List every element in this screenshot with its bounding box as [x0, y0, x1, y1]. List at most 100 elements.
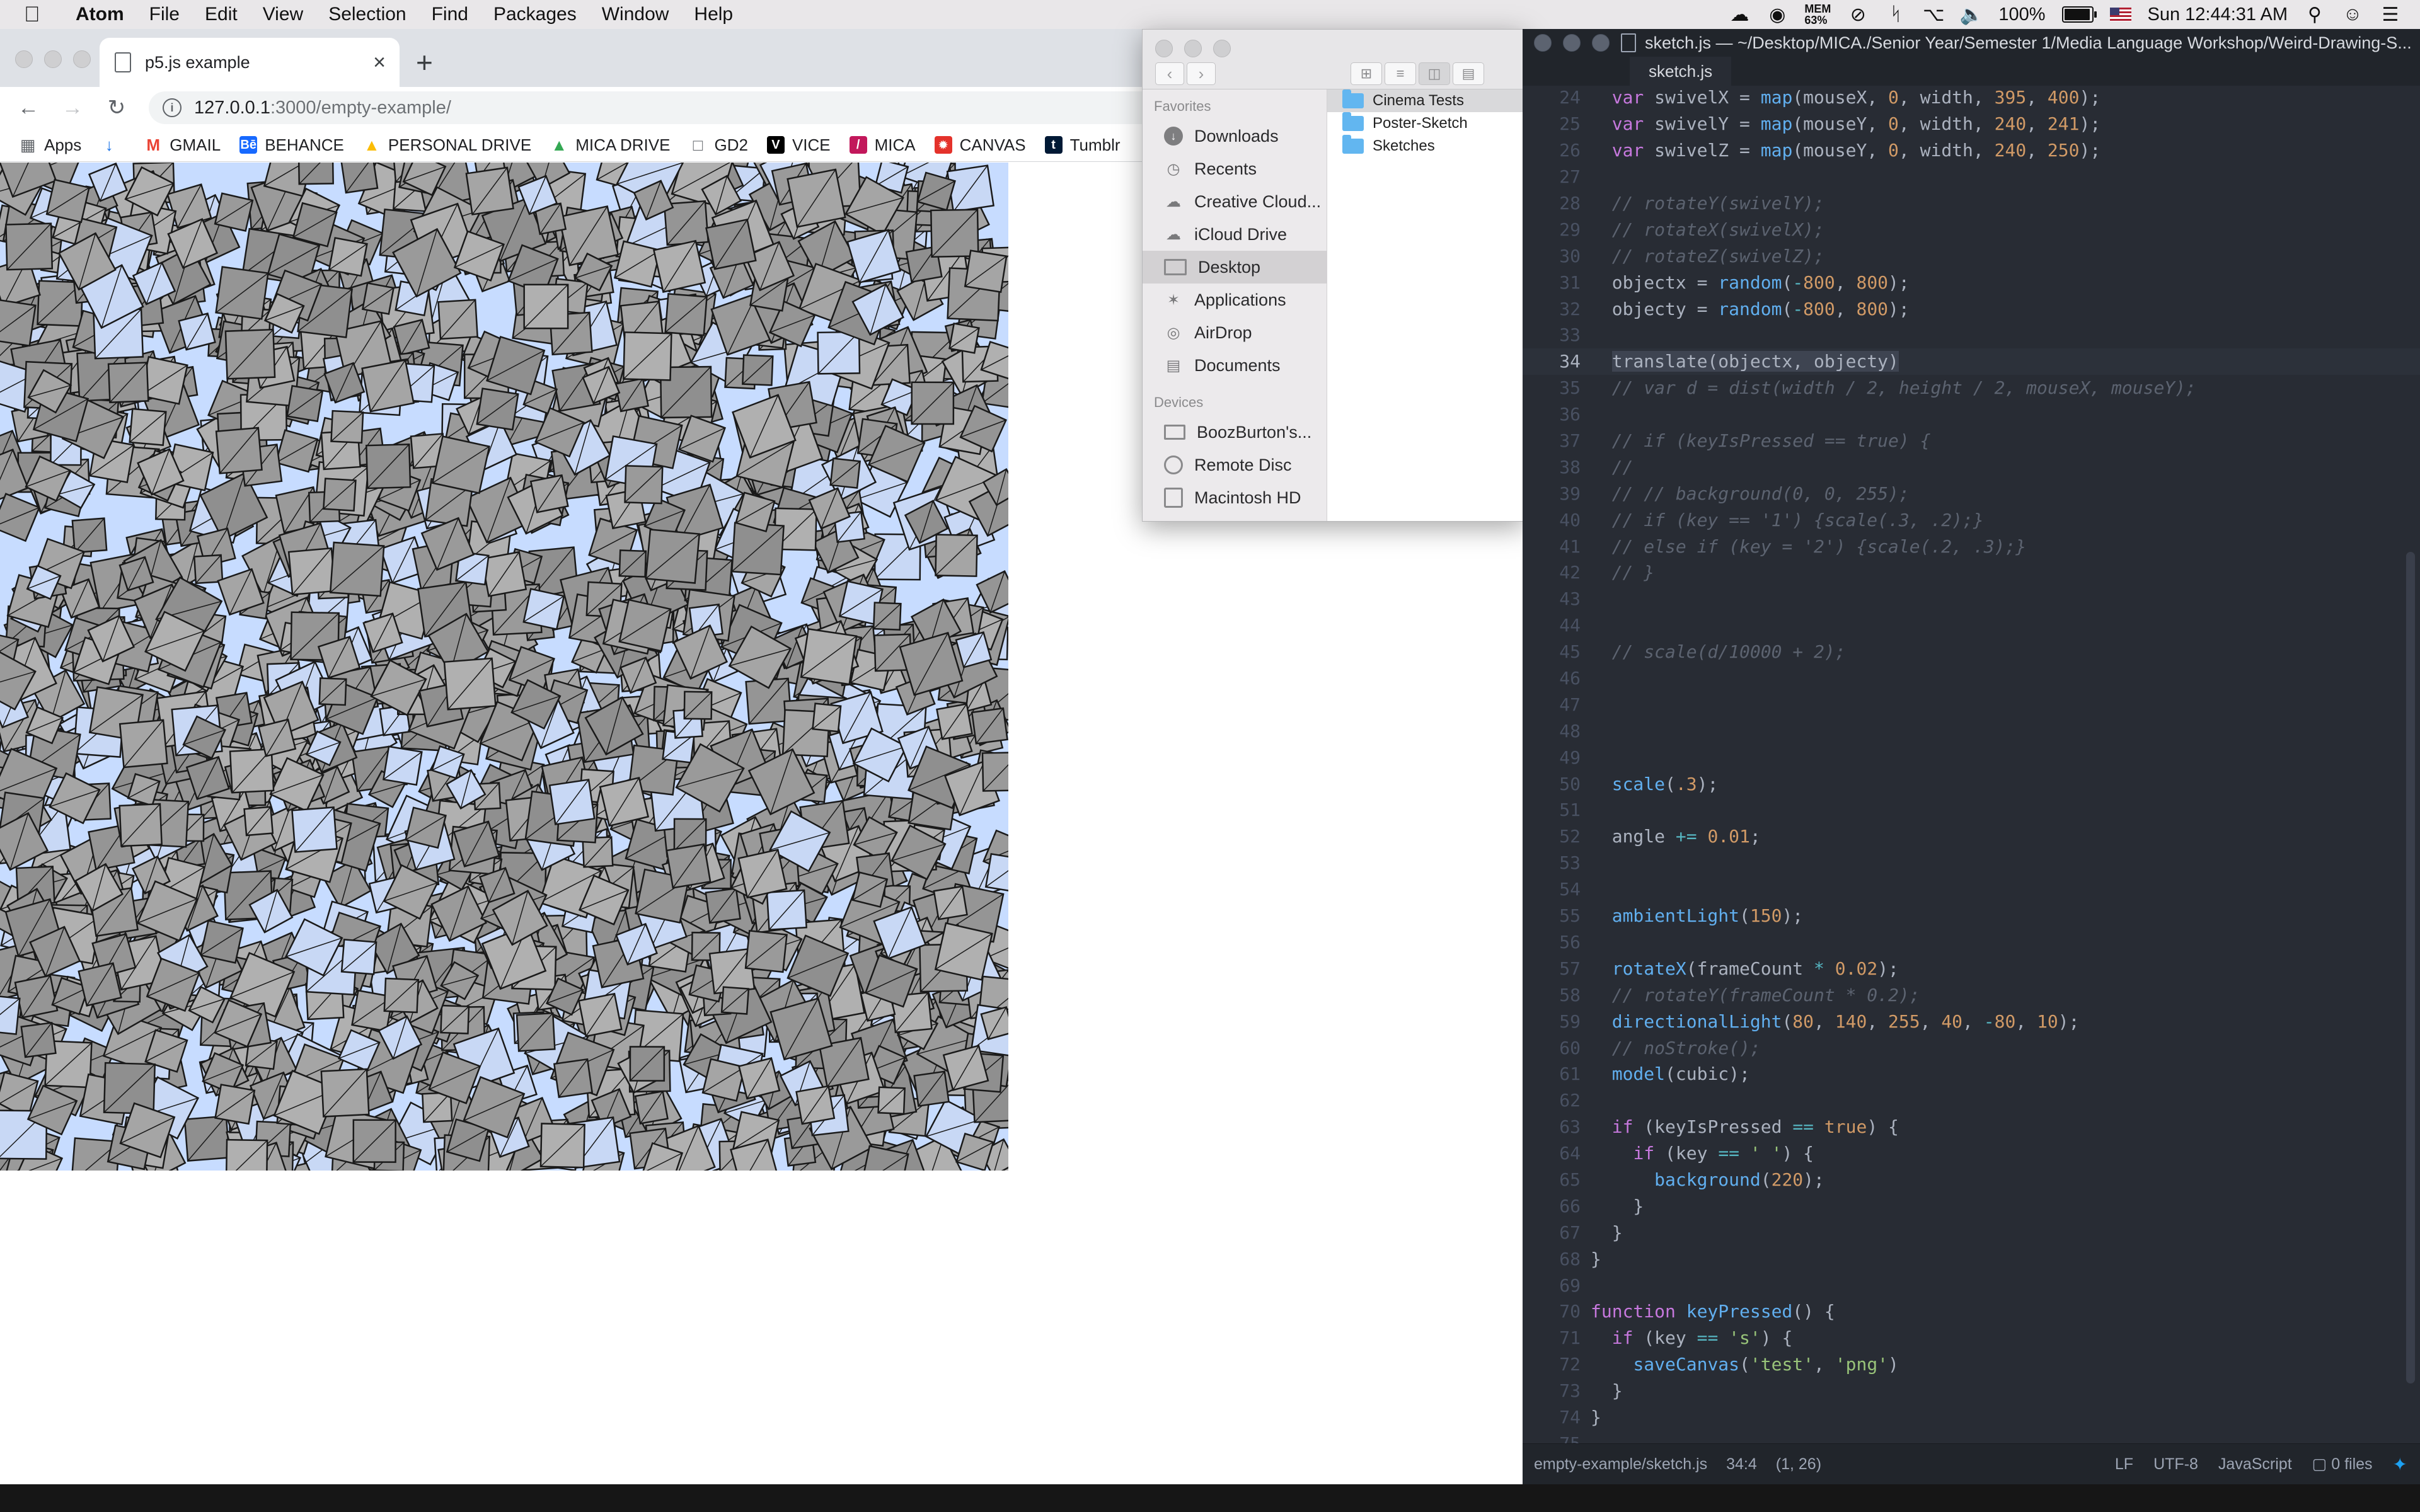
sidebar-item-label: BoozBurton's...	[1197, 422, 1312, 442]
finder-minimize-icon[interactable]	[1184, 40, 1202, 57]
menu-app-name[interactable]: Atom	[76, 4, 124, 25]
menu-window[interactable]: Window	[602, 4, 669, 25]
menu-find[interactable]: Find	[432, 4, 468, 25]
status-file-path[interactable]: empty-example/sketch.js	[1534, 1455, 1707, 1474]
bookmark-behance[interactable]: Bē BEHANCE	[239, 135, 344, 155]
menu-help[interactable]: Help	[694, 4, 733, 25]
code-line: 25 var swivelY = map(mouseY, 0, width, 2…	[1523, 111, 2420, 137]
zoom-window-icon[interactable]	[73, 50, 91, 68]
finder-forward-icon[interactable]: ›	[1187, 62, 1216, 85]
p5-sketch-canvas[interactable]	[0, 163, 1008, 1171]
menu-selection[interactable]: Selection	[328, 4, 406, 25]
user-avatar-icon[interactable]: ☺	[2342, 4, 2363, 25]
sidebar-device-boozburton-s[interactable]: BoozBurton's...	[1143, 416, 1327, 449]
sidebar-item-documents[interactable]: ▤ Documents	[1143, 349, 1327, 382]
input-source-flag-icon[interactable]	[2109, 8, 2131, 21]
cube-shape	[393, 319, 430, 356]
bookmark-personal-drive[interactable]: ▲ PERSONAL DRIVE	[363, 135, 531, 155]
finder-close-icon[interactable]	[1155, 40, 1173, 57]
bookmark-canvas[interactable]: ✹ CANVAS	[934, 135, 1026, 155]
code-editor[interactable]: 24 var swivelX = map(mouseX, 0, width, 3…	[1523, 86, 2420, 1444]
folder-item[interactable]: Poster-Sketch	[1327, 112, 1524, 135]
code-token: // scale(d/10000 + 2);	[1591, 641, 1846, 663]
code-line: 43	[1523, 586, 2420, 612]
menu-file[interactable]: File	[149, 4, 180, 25]
wifi-icon[interactable]: ⌥	[1923, 4, 1945, 25]
memory-status[interactable]: MEM 63%	[1804, 3, 1831, 26]
address-bar[interactable]: i 127.0.0.1:3000/empty-example/	[149, 91, 1157, 124]
status-git-files[interactable]: ▢ 0 files	[2312, 1455, 2373, 1474]
bookmark-tumblr[interactable]: t Tumblr	[1044, 135, 1121, 155]
code-token: // rotateZ(swivelZ);	[1591, 245, 1824, 266]
new-tab-icon[interactable]: +	[416, 45, 433, 79]
editor-minimize-icon[interactable]	[1563, 34, 1581, 52]
sync-status-icon[interactable]: ◉	[1766, 4, 1788, 25]
twitter-icon[interactable]: ✦	[2393, 1454, 2407, 1475]
reload-icon[interactable]: ↻	[101, 92, 132, 123]
code-token: // rotateY(swivelY);	[1591, 193, 1824, 214]
bookmark-gmail[interactable]: M GMAIL	[144, 135, 221, 155]
gallery-view-icon[interactable]: ▤	[1453, 62, 1484, 85]
code-text: // if (keyIsPressed == true) {	[1581, 430, 1931, 451]
editor-zoom-icon[interactable]	[1592, 34, 1610, 52]
bookmark-download[interactable]: ↓	[100, 135, 125, 154]
sidebar-item-downloads[interactable]: ↓ Downloads	[1143, 120, 1327, 152]
bookmark-vice[interactable]: V VICE	[766, 135, 831, 155]
forward-arrow-icon[interactable]: →	[57, 92, 88, 123]
bluetooth-icon[interactable]: ᛋ	[1885, 4, 1906, 25]
folder-item[interactable]: Sketches	[1327, 135, 1524, 158]
status-grammar[interactable]: JavaScript	[2218, 1455, 2292, 1474]
sidebar-item-desktop[interactable]: Desktop	[1143, 251, 1327, 284]
line-number: 66	[1559, 1195, 1581, 1217]
bookmark-mica[interactable]: / MICA	[849, 135, 916, 155]
menu-view[interactable]: View	[263, 4, 303, 25]
battery-icon[interactable]	[2061, 6, 2097, 23]
code-token: *	[1814, 958, 1824, 979]
code-token: ,	[1920, 1011, 1942, 1032]
battery-percent[interactable]: 100%	[1998, 4, 2045, 25]
editor-window-title: sketch.js — ~/Desktop/MICA./Senior Year/…	[1645, 33, 2412, 52]
finder-back-icon[interactable]: ‹	[1155, 62, 1184, 85]
sidebar-device-macintosh-hd[interactable]: Macintosh HD	[1143, 481, 1327, 514]
notification-center-icon[interactable]: ☰	[2380, 4, 2401, 25]
sidebar-item-icloud-drive[interactable]: ☁ iCloud Drive	[1143, 218, 1327, 251]
spotlight-search-icon[interactable]: ⚲	[2304, 4, 2325, 25]
mica-icon: /	[849, 136, 867, 154]
sidebar-device-remote-disc[interactable]: Remote Disc	[1143, 449, 1327, 481]
sidebar-item-creative-cloud[interactable]: ☁ Creative Cloud...	[1143, 185, 1327, 218]
menu-edit[interactable]: Edit	[205, 4, 238, 25]
status-cursor-position[interactable]: 34:4	[1726, 1455, 1757, 1474]
editor-close-icon[interactable]	[1534, 34, 1552, 52]
close-window-icon[interactable]	[15, 50, 33, 68]
sidebar-item-recents[interactable]: ◷ Recents	[1143, 152, 1327, 185]
finder-zoom-icon[interactable]	[1213, 40, 1231, 57]
status-selection-count[interactable]: (1, 26)	[1776, 1455, 1821, 1474]
do-not-disturb-icon[interactable]: ⊘	[1847, 4, 1869, 25]
tab-close-icon[interactable]: ×	[367, 50, 392, 75]
bookmark-gd2[interactable]: □ GD2	[689, 135, 748, 155]
volume-icon[interactable]: 🔈	[1960, 4, 1983, 25]
status-line-ending[interactable]: LF	[2115, 1455, 2133, 1474]
back-arrow-icon[interactable]: ←	[13, 92, 44, 123]
sidebar-item-applications[interactable]: ✶ Applications	[1143, 284, 1327, 316]
browser-tab[interactable]: p5.js example ×	[100, 38, 400, 87]
minimize-window-icon[interactable]	[44, 50, 62, 68]
editor-scrollbar[interactable]	[2406, 552, 2415, 1383]
creative-cloud-status-icon[interactable]: ☁	[1729, 4, 1750, 25]
icon-view-icon[interactable]: ⊞	[1351, 62, 1382, 85]
menu-packages[interactable]: Packages	[493, 4, 577, 25]
code-token: );	[1803, 1169, 1824, 1190]
apple-menu-icon[interactable]: 	[24, 3, 54, 27]
sidebar-item-airdrop[interactable]: ◎ AirDrop	[1143, 316, 1327, 349]
menu-clock[interactable]: Sun 12:44:31 AM	[2148, 4, 2288, 25]
bookmark-mica-drive[interactable]: ▲ MICA DRIVE	[550, 135, 670, 155]
site-info-icon[interactable]: i	[163, 98, 182, 117]
column-view-icon[interactable]: ◫	[1419, 62, 1450, 85]
folder-item[interactable]: Cinema Tests	[1327, 89, 1524, 112]
status-encoding[interactable]: UTF-8	[2153, 1455, 2198, 1474]
bookmark-apps[interactable]: ▦ Apps	[19, 135, 82, 155]
list-view-icon[interactable]: ≡	[1385, 62, 1416, 85]
code-token: (	[1665, 773, 1676, 794]
editor-tab-sketch[interactable]: sketch.js	[1630, 57, 1732, 86]
